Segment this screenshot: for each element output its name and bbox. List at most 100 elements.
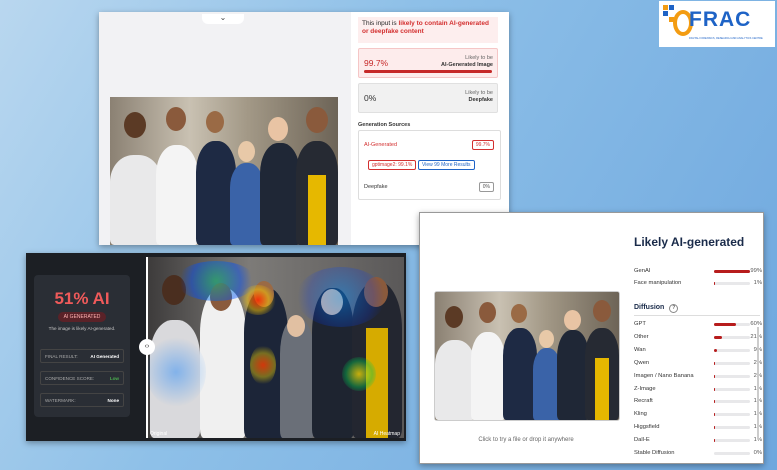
final-result-row: FINAL RESULT: AI Generated [40,349,124,363]
score-row: GPT 60% [634,320,762,330]
group-photo [110,97,338,245]
score-row-name: Recraft [634,398,653,405]
ai-score-bar [364,70,492,73]
diffusion-label: Diffusion [634,304,665,311]
deepfake-label: Deepfake [364,184,388,190]
score-row-pct: 1% [753,280,762,286]
score-row-bar [714,348,750,352]
heatmap-panel: 51% AI AI GENERATED The image is likely … [26,253,406,441]
score-row-name: GenAI [634,268,651,274]
score-row-fill [714,426,716,430]
help-icon[interactable]: ? [669,304,679,313]
score-row: Kling1% [634,410,762,420]
ai-label-line1: Likely to be [465,55,493,61]
score-row-bar [714,413,750,417]
ai-generated-badge: AI GENERATED [58,312,106,322]
score-row-pct: 99% [750,268,762,274]
score-row: Dall-E 1% [634,436,762,446]
ai-score-label: Likely to be AI-Generated Image [441,55,493,69]
score-row-name: Z-Image [634,385,656,392]
collapse-chevron-icon[interactable]: ⌄ [202,14,244,24]
score-row: Recraft1% [634,397,762,407]
person-figure [435,340,475,420]
deepfake-score-label: Likely to be Deepfake [465,90,493,104]
heat-spot [176,261,256,301]
frac-logo: FRAC DIGITAL FORENSICS, RESEARCH AND ANA… [659,1,775,47]
logo-square [663,5,668,10]
row-key: CONFIDENCE SCORE: [45,376,95,381]
score-row-bar [714,452,750,455]
diffusion-section-title: Diffusion ? [634,304,679,313]
score-row-fill [714,323,736,326]
person-head [306,107,328,133]
score-row-fill [714,439,716,443]
warning-banner: This input is likely to contain AI-gener… [358,17,498,43]
person-head [564,310,581,330]
person-head [479,302,496,323]
score-row-bar [714,270,750,273]
score-row: Stable Diffusion 0% [634,449,762,459]
verdict-card: 51% AI AI GENERATED The image is likely … [34,275,130,417]
logo-square [663,11,668,16]
score-row-fill [714,348,718,352]
original-caption: Original [150,431,168,437]
image-preview-area: ⌄ [99,12,351,245]
person-head [124,112,146,138]
deepfake-label-line1: Likely to be [465,90,493,96]
row-value: None [107,398,119,403]
heatmap-caption: AI Heatmap [373,431,400,437]
score-row-name: Qwen [634,359,650,366]
score-row-fill [714,374,716,378]
person-figure [110,155,162,245]
score-row-bar [714,323,750,326]
score-row-name: Face manipulation [634,280,682,286]
warning-prefix: This input is [362,20,399,27]
logo-square [669,5,674,10]
score-row-fill [714,335,722,339]
score-row-bar [714,282,750,285]
gpt-source-tag[interactable]: gptimage2: 99.1% [368,160,417,170]
score-row-fill [714,270,750,273]
score-row-fill [714,400,716,404]
score-row-name: Wan [634,346,646,353]
yellow-scarf [595,358,609,420]
score-row-name: Imagen / Nano Banana [634,372,694,379]
detector-result-panel: ⌄ This input is likely to contain AI-gen… [99,12,509,245]
scrollbar[interactable] [757,327,759,439]
score-row-bar [714,387,750,391]
score-row: Other21% [634,333,762,343]
compare-slider-handle[interactable]: ‹› [139,339,155,355]
score-row-fill [714,361,716,365]
score-row-bar [714,439,750,443]
confidence-row: CONFIDENCE SCORE: Low [40,371,124,385]
score-row-fill [714,387,716,391]
heat-spot [146,337,206,407]
upload-hint[interactable]: Click to try a file or drop it anywhere [434,437,618,443]
score-row-bar [714,335,750,339]
watermark-row: WATERMARK: None [40,393,124,407]
result-title: Likely AI-generated [634,235,745,249]
heat-spot [342,357,376,391]
view-more-results-button[interactable]: View 99 More Results [418,160,475,170]
score-row: Face manipulation 1% [634,279,762,289]
classification-panel: Click to try a file or drop it anywhere … [419,212,764,464]
score-row-name: Higgsfield [634,424,660,431]
analysis-sidebar: This input is likely to contain AI-gener… [351,12,509,245]
ai-score-box: 99.7% Likely to be AI-Generated Image [358,48,498,78]
score-row: Wan9% [634,346,762,356]
score-row-bar [714,361,750,365]
person-head [166,107,186,131]
ai-score-fill [364,70,492,73]
person-head [268,117,288,141]
uploaded-image[interactable] [434,291,620,421]
score-row-name: Dall-E [634,437,650,444]
person-figure [156,145,198,245]
logo-tagline: DIGITAL FORENSICS, RESEARCH AND ANALYTIC… [689,37,763,40]
person-head [511,304,527,323]
deepfake-pct-tag: 0% [478,182,494,192]
verdict-subtitle: The image is likely AI-generated. [48,326,116,331]
row-value: Low [109,376,119,381]
person-head [539,330,554,348]
score-row: Z-Image1% [634,385,762,395]
score-row-fill [714,413,716,417]
